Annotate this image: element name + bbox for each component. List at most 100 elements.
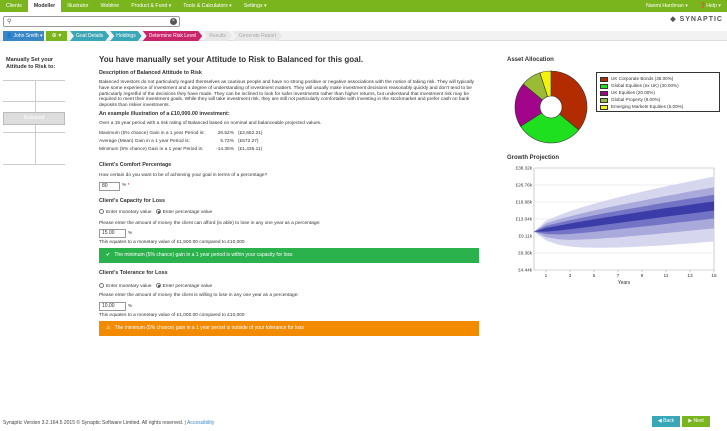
logo-text: SYNAPTIC — [679, 16, 723, 23]
example-title: An example illustration of a £10,000.00 … — [99, 111, 230, 117]
plus-icon: ⊕ — [51, 33, 57, 39]
step-generate-report: Generate Report — [233, 31, 282, 41]
radio-selected-icon — [155, 209, 161, 214]
radio-icon — [99, 283, 104, 288]
search-input[interactable]: ⚲ × — [3, 16, 180, 27]
legend-item: UK Equities (20.00%) — [600, 90, 655, 96]
comfort-unit: % * — [122, 183, 129, 189]
capacity-percentage-radio[interactable]: Enter percentage value — [155, 209, 213, 215]
tolerance-title: Client's Tolerance for Loss — [99, 270, 168, 276]
nav-tools-label: Tools & Calculators — [183, 3, 228, 9]
y-tick-label: £4.44k — [518, 268, 532, 273]
tolerance-question: Please enter the amount of money the cli… — [99, 293, 299, 298]
capacity-options: Enter monetary value Enter percentage va… — [99, 209, 212, 216]
stat-avg-label: Average (Mean) Gain in a 1 year Period i… — [99, 139, 190, 144]
x-tick-label: 9 — [641, 273, 644, 279]
stat-avg-amt: (£572.27) — [238, 139, 259, 144]
stat-max-amt: (£2,652.21) — [238, 131, 263, 136]
stat-max-pct: 26.52% — [217, 131, 234, 136]
comfort-percentage-input[interactable]: 80 — [99, 182, 120, 191]
tolerance-percentage-radio[interactable]: Enter percentage value — [155, 283, 212, 289]
tolerance-alert: ⚠ The minimum (5% chance) gain in a 1 ye… — [99, 321, 479, 336]
capacity-percentage-label: Enter percentage value — [162, 209, 213, 215]
risk-slider[interactable]: Balanced — [3, 80, 65, 165]
nav-product-fund[interactable]: Product & Fund ▾ — [125, 0, 177, 12]
radio-selected-icon — [155, 283, 161, 288]
legend-swatch — [600, 97, 608, 103]
radio-icon — [99, 209, 104, 214]
description-text: Balanced Investors do not particularly r… — [99, 80, 475, 109]
user-menu[interactable]: Naomi Hardman ▾ — [640, 0, 694, 12]
x-tick-label: 11 — [664, 273, 669, 279]
step-goal-details[interactable]: Goal Details — [70, 31, 109, 41]
capacity-unit: % — [128, 231, 133, 236]
legend-swatch — [600, 76, 608, 82]
nav-illustrator[interactable]: Illustrator — [61, 0, 94, 12]
y-tick-label: £26.76k — [516, 183, 533, 188]
slider-handle[interactable]: Balanced — [3, 112, 65, 125]
next-button[interactable]: ▶ Next — [682, 416, 710, 427]
tolerance-alert-text: The minimum (5% chance) gain in a 1 year… — [114, 325, 304, 331]
nav-tools[interactable]: Tools & Calculators ▾ — [177, 0, 237, 12]
top-nav: Clients Modeller Illustrator Webline Pro… — [0, 0, 727, 12]
help-menu[interactable]: ❓Help ▾ — [694, 0, 727, 12]
add-button[interactable]: ⊕ ▾ — [46, 31, 67, 41]
nav-clients[interactable]: Clients — [0, 0, 28, 12]
capacity-percentage-input[interactable]: 15.00 — [99, 229, 126, 238]
y-tick-label: £38.32k — [516, 166, 533, 171]
risk-slider-title: Manually Set your Attitude to Risk to: — [6, 57, 56, 70]
nav-settings[interactable]: Settings ▾ — [238, 0, 273, 12]
stat-min-label: Minimum (5% chance) Gain in a 1 year Per… — [99, 147, 204, 152]
description-title: Description of Balanced Attitude to Risk — [99, 70, 202, 76]
legend-swatch — [600, 104, 608, 110]
back-arrow-icon: ◀ — [657, 418, 662, 424]
workflow-steps: Goal Details Holdings Determine Risk Lev… — [70, 31, 283, 41]
nav-modeller[interactable]: Modeller — [27, 0, 62, 12]
next-label: Next — [693, 418, 704, 424]
example-text: Over a 15 year period with a risk rating… — [99, 121, 322, 126]
clear-search-icon[interactable]: × — [170, 18, 177, 25]
step-holdings[interactable]: Holdings — [110, 31, 141, 41]
tolerance-unit: % — [128, 304, 133, 309]
page-title: You have manually set your Attitude to R… — [99, 55, 364, 64]
tolerance-percentage-input[interactable]: 10.00 — [99, 302, 126, 311]
capacity-title: Client's Capacity for Loss — [99, 198, 165, 204]
y-tick-label: £9.11k — [519, 234, 533, 239]
asset-allocation-chart — [514, 70, 588, 144]
logo: ◆ SYNAPTIC — [670, 15, 723, 23]
x-tick-label: 5 — [593, 273, 596, 279]
capacity-alert-text: The minimum (5% chance) gain in a 1 year… — [114, 252, 293, 258]
back-label: Back — [663, 418, 675, 424]
client-name: John Smith — [13, 33, 39, 39]
back-button[interactable]: ◀ Back — [652, 416, 680, 427]
asset-allocation-legend: UK Corporate Bonds (36.00%) Global Equiti… — [596, 72, 720, 112]
check-icon: ✔ — [106, 252, 111, 258]
stat-min-amt: (£1,435.11) — [238, 147, 263, 152]
slider-tick — [3, 164, 65, 165]
legend-item: UK Corporate Bonds (36.00%) — [600, 76, 673, 82]
y-tick-label: £13.04k — [516, 217, 533, 222]
footer-text: Synaptic Version 3.2.164.5 2015 © Synapt… — [3, 420, 187, 426]
step-results: Results — [203, 31, 232, 41]
tolerance-monetary-radio[interactable]: Enter monetary value — [99, 283, 152, 289]
capacity-equates: This equates to a monetary value of £1,5… — [99, 240, 245, 245]
legend-item: Global Equities (ex UK) (30.00%) — [600, 83, 679, 89]
logo-mark: ◆ — [670, 16, 677, 23]
step-determine-risk[interactable]: Determine Risk Level — [143, 31, 203, 41]
legend-label: Global Property (9.00%) — [611, 97, 661, 102]
x-tick-label: 1 — [545, 273, 548, 279]
stat-avg-pct: 5.72% — [220, 139, 234, 144]
capacity-question: Please enter the amount of money the cli… — [99, 221, 321, 226]
capacity-monetary-radio[interactable]: Enter monetary value — [99, 209, 152, 215]
tolerance-equates: This equates to a monetary value of £1,0… — [99, 313, 245, 318]
slider-tick — [3, 80, 65, 81]
nav-settings-label: Settings — [243, 3, 263, 9]
capacity-monetary-label: Enter monetary value — [106, 209, 152, 215]
comfort-question: How certain do you want to be of achievi… — [99, 173, 268, 178]
client-button[interactable]: 👤 John Smith ▾ — [3, 31, 44, 41]
accessibility-link[interactable]: Accessibility — [187, 420, 214, 426]
search-icon: ⚲ — [7, 19, 12, 25]
nav-webline[interactable]: Webline — [95, 0, 126, 12]
legend-label: UK Equities (20.00%) — [611, 90, 655, 95]
footer: Synaptic Version 3.2.164.5 2015 © Synapt… — [3, 420, 214, 426]
